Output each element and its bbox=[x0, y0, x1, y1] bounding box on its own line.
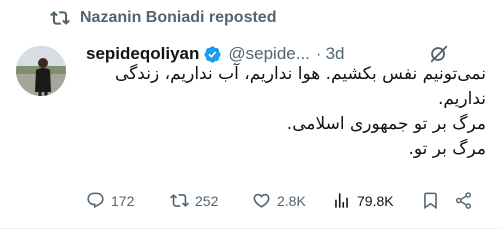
feed-divider bbox=[0, 228, 500, 229]
views-count: 79.8K bbox=[357, 192, 394, 209]
views-button[interactable]: 79.8K bbox=[332, 191, 394, 210]
heart-icon bbox=[252, 191, 271, 210]
tweet-text-line: نمی‌تونیم نفس بکشیم. هوا نداریم، آب ندار… bbox=[115, 64, 486, 84]
avatar[interactable] bbox=[16, 46, 66, 96]
views-chart-icon bbox=[332, 191, 351, 210]
tweet-text-line: نداریم. bbox=[437, 89, 486, 109]
next-post-peek bbox=[26, 236, 500, 243]
reply-button[interactable]: 172 bbox=[86, 191, 134, 210]
bookmark-button[interactable] bbox=[421, 191, 440, 210]
separator-dot: · bbox=[315, 44, 322, 63]
repost-icon bbox=[50, 8, 70, 28]
verified-badge-icon bbox=[203, 45, 222, 64]
author-handle[interactable]: @sepide... bbox=[228, 44, 310, 64]
tweet-text-line: مرگ بر تو جمهوری اسلامی. bbox=[286, 114, 486, 134]
like-button[interactable]: 2.8K bbox=[252, 191, 306, 210]
repost-action-icon bbox=[170, 191, 189, 210]
share-button[interactable] bbox=[454, 191, 473, 210]
reply-icon bbox=[86, 191, 105, 210]
author-display-name[interactable]: sepideqoliyan bbox=[86, 44, 199, 64]
repost-button[interactable]: 252 bbox=[170, 191, 218, 210]
repost-bar[interactable]: Nazanin Boniadi reposted bbox=[50, 8, 276, 28]
like-count: 2.8K bbox=[277, 192, 306, 209]
bookmark-icon bbox=[421, 191, 440, 210]
tweet-text-line: مرگ بر تو. bbox=[408, 139, 486, 159]
tweet-actions: 172 252 2.8K 79.8K bbox=[86, 191, 486, 215]
post-timestamp[interactable]: 3d bbox=[326, 44, 345, 64]
repost-count: 252 bbox=[195, 192, 219, 209]
reply-count: 172 bbox=[111, 192, 135, 209]
share-icon bbox=[454, 191, 473, 210]
repost-attribution[interactable]: Nazanin Boniadi reposted bbox=[80, 9, 276, 27]
tweet-text: نمی‌تونیم نفس بکشیم. هوا نداریم، آب ندار… bbox=[86, 62, 486, 162]
